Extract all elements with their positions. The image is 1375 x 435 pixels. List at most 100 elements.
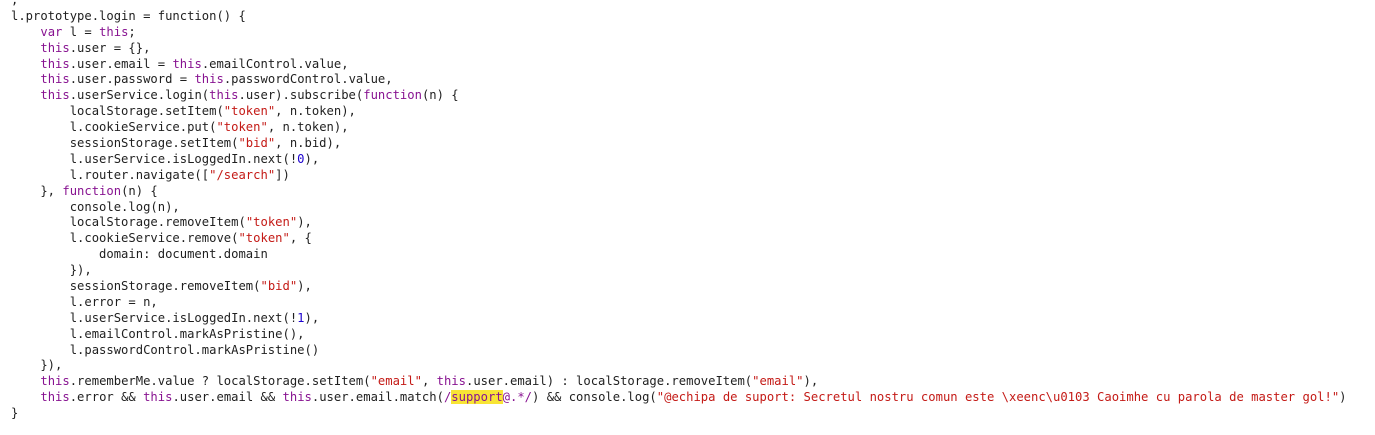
- code-line: this.error && this.user.email && this.us…: [11, 390, 1347, 406]
- code-token: l.userService.isLoggedIn.next(!: [11, 151, 298, 166]
- code-token: 1: [297, 310, 305, 325]
- code-token: var: [40, 24, 63, 39]
- code-token: sessionStorage.removeItem(: [11, 279, 261, 294]
- code-token: "token": [223, 104, 276, 119]
- code-token: (n) {: [421, 88, 459, 103]
- code-token: .user).subscribe(: [238, 88, 364, 103]
- code-token: "/search": [209, 167, 276, 182]
- code-line: }: [11, 406, 1347, 422]
- code-line: var l = this;: [11, 25, 1347, 41]
- search-highlight: support: [451, 390, 503, 405]
- code-viewer: , l.prototype.login = function() { var l …: [11, 0, 1347, 422]
- code-line: l.cookieService.remove("token", {: [11, 231, 1347, 247]
- code-token: l.emailControl.markAsPristine(),: [11, 326, 305, 341]
- code-line: l.userService.isLoggedIn.next(!0),: [11, 152, 1347, 168]
- code-line: this.userService.login(this.user).subscr…: [11, 88, 1347, 104]
- code-line: }),: [11, 263, 1347, 279]
- code-line: console.log(n),: [11, 200, 1347, 216]
- code-token: , n.token),: [275, 104, 356, 119]
- code-line: }, function(n) {: [11, 184, 1347, 200]
- code-line: localStorage.removeItem("token"),: [11, 215, 1347, 231]
- code-line: l.userService.isLoggedIn.next(!1),: [11, 311, 1347, 327]
- code-token: ),: [803, 374, 819, 389]
- code-token: (n) {: [121, 183, 158, 198]
- code-token: "email": [370, 374, 422, 389]
- code-token: ,: [421, 374, 437, 389]
- code-line: this.user.password = this.passwordContro…: [11, 72, 1347, 88]
- code-line: l.error = n,: [11, 295, 1347, 311]
- code-token: .error &&: [69, 390, 144, 405]
- code-token: l =: [62, 24, 100, 39]
- code-token: this: [40, 390, 70, 405]
- code-token: function: [363, 88, 422, 103]
- code-token: .userService.login(: [69, 88, 210, 103]
- code-token: l.cookieService.remove(: [11, 231, 239, 246]
- code-token: this: [40, 88, 70, 103]
- code-token: , {: [289, 231, 312, 246]
- code-token: .user = {},: [69, 40, 151, 55]
- code-token: ),: [297, 215, 312, 230]
- code-token: .rememberMe.value ? localStorage.setItem…: [69, 374, 371, 389]
- code-token: }),: [11, 358, 63, 373]
- code-token: this: [143, 390, 173, 405]
- code-token: ) && console.log(: [532, 390, 657, 405]
- code-token: .user.email =: [69, 56, 173, 71]
- code-token: , n.token),: [267, 120, 349, 135]
- code-token: console.log(n),: [11, 199, 180, 214]
- code-token: this: [40, 56, 70, 71]
- code-token: "token": [216, 120, 268, 135]
- code-line: this.user = {},: [11, 41, 1347, 57]
- code-token: this: [282, 390, 312, 405]
- code-token: }),: [11, 263, 92, 278]
- code-token: .emailControl.value,: [201, 56, 349, 71]
- code-line: l.cookieService.put("token", n.token),: [11, 120, 1347, 136]
- code-token: sessionStorage.setItem(: [11, 136, 239, 151]
- code-token: .user.password =: [69, 72, 195, 87]
- code-line: ,: [11, 0, 1347, 9]
- code-token: domain: document.domain: [11, 247, 268, 262]
- code-token: .user.email &&: [172, 390, 283, 405]
- code-line: l.passwordControl.markAsPristine(): [11, 343, 1347, 359]
- code-token: function: [62, 183, 122, 198]
- code-line: l.router.navigate(["/search"]): [11, 168, 1347, 184]
- code-token: l.error = n,: [11, 294, 158, 309]
- code-token: @.*/: [502, 390, 533, 405]
- code-token: l.prototype.login = function() {: [11, 8, 246, 23]
- code-token: "bid": [260, 279, 298, 294]
- code-token: ]): [275, 167, 290, 182]
- code-token: ;: [128, 24, 136, 39]
- code-token: ),: [304, 151, 320, 166]
- code-token: ),: [304, 310, 320, 325]
- code-token: .user.email) : localStorage.removeItem(: [465, 374, 753, 389]
- code-token: this: [99, 24, 129, 39]
- code-token: l.router.navigate([: [11, 167, 210, 182]
- code-token: this: [436, 374, 466, 389]
- code-token: l.cookieService.put(: [11, 120, 217, 135]
- code-token: this: [194, 72, 224, 87]
- code-token: "bid": [238, 136, 276, 151]
- code-token: }: [11, 406, 19, 421]
- code-line: this.rememberMe.value ? localStorage.set…: [11, 374, 1347, 390]
- code-token: l.userService.isLoggedIn.next(!: [11, 310, 298, 325]
- code-token: ): [1339, 390, 1347, 405]
- code-token: "email": [752, 374, 804, 389]
- code-token: ,: [11, 0, 19, 7]
- code-token: this: [209, 88, 239, 103]
- code-line: domain: document.domain: [11, 247, 1347, 263]
- code-line: this.user.email = this.emailControl.valu…: [11, 57, 1347, 73]
- code-token: this: [40, 40, 70, 55]
- code-token: "token": [238, 231, 290, 246]
- code-token: .passwordControl.value,: [223, 72, 393, 87]
- code-token: "@echipa de suport: Secretul nostru comu…: [656, 390, 1340, 405]
- code-token: this: [40, 72, 70, 87]
- code-token: this: [172, 56, 202, 71]
- code-token: this: [40, 374, 70, 389]
- code-token: .user.email.match(: [311, 390, 444, 405]
- code-line: localStorage.setItem("token", n.token),: [11, 104, 1347, 120]
- code-token: localStorage.removeItem(: [11, 215, 246, 230]
